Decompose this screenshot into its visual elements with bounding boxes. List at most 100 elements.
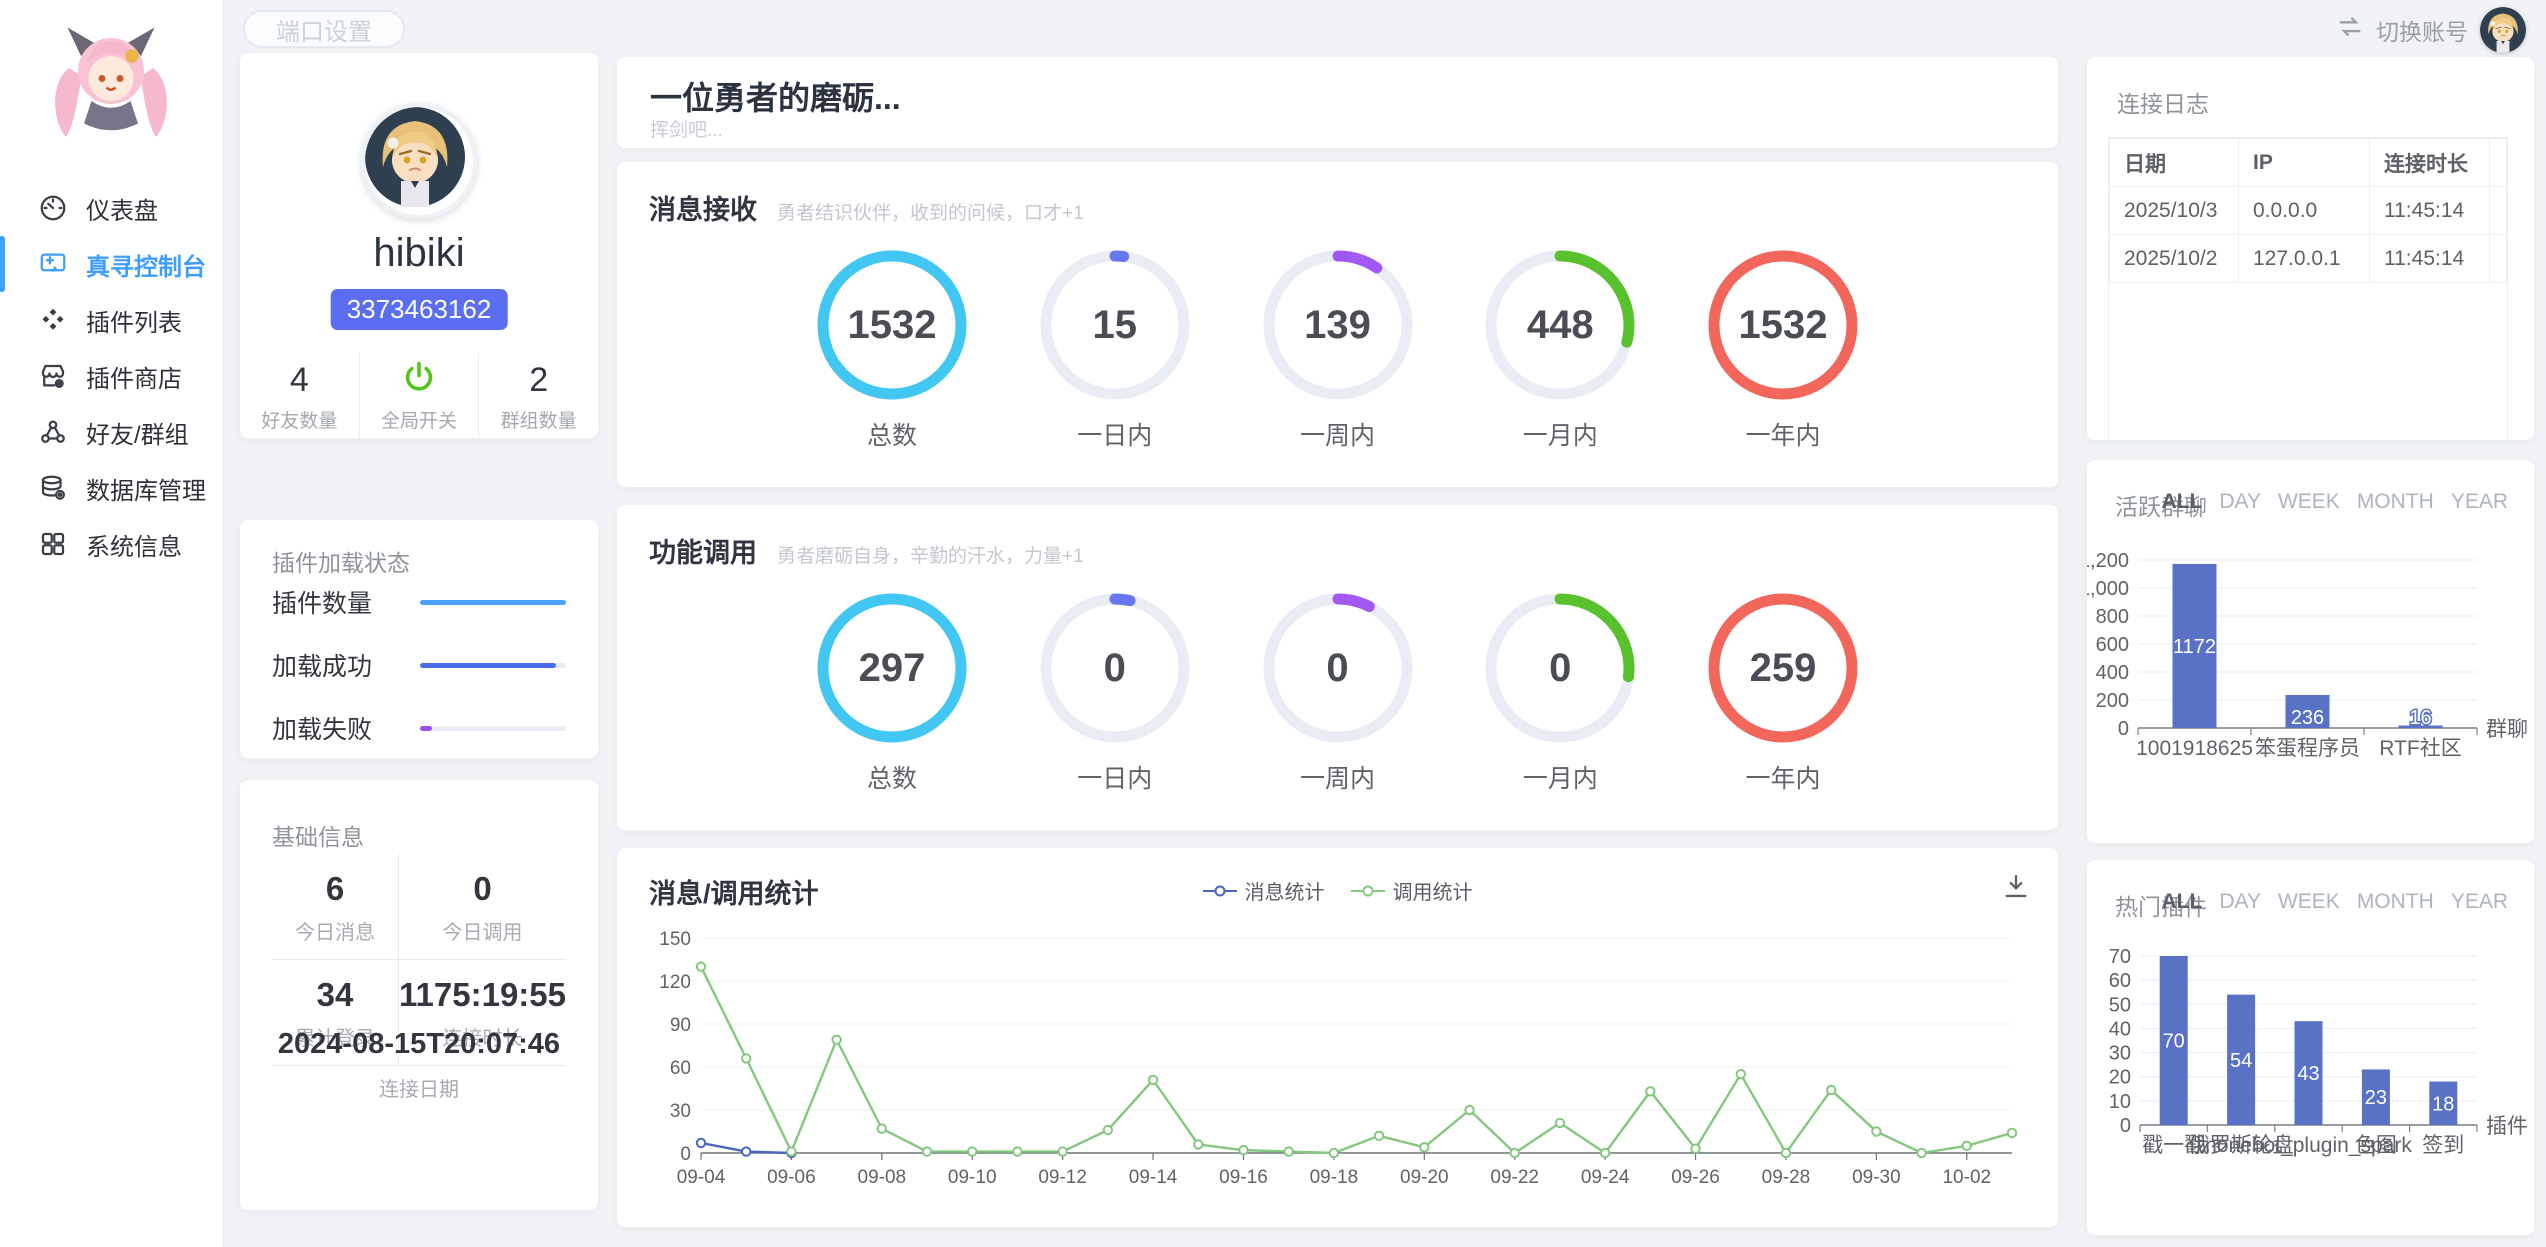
info-label: 今日调用 — [399, 916, 566, 945]
app-logo — [31, 14, 191, 164]
power-icon[interactable] — [360, 359, 479, 401]
ring-label: 一年内 — [1745, 759, 1820, 795]
stat-ring: 1532总数 — [817, 250, 967, 452]
svg-text:120: 120 — [659, 972, 691, 993]
line-chart-card: 消息/调用统计 消息统计调用统计 030609012015009-0409-06… — [617, 848, 2058, 1227]
connection-log-card: 连接日志 日期IP连接时长 2025/10/30.0.0.011:45:1420… — [2087, 57, 2534, 440]
plugins-icon — [38, 305, 68, 335]
profile-uid-badge: 3373463162 — [331, 289, 508, 330]
progress-label: 加载失败 — [272, 710, 372, 746]
gauge-icon — [38, 193, 68, 223]
sidebar-item-gauge[interactable]: 仪表盘 — [0, 180, 222, 236]
ring-value: 1532 — [817, 250, 967, 400]
database-icon — [38, 473, 68, 503]
log-cell: 2025/10/2 — [2110, 235, 2239, 283]
plugin-status-row: 加载成功 — [272, 647, 566, 683]
svg-text:23: 23 — [2365, 1087, 2387, 1109]
ring-label: 一周内 — [1300, 416, 1375, 452]
svg-text:18: 18 — [2432, 1093, 2454, 1115]
tab-day[interactable]: DAY — [2219, 890, 2261, 914]
stat-label: 好友数量 — [240, 406, 359, 433]
svg-text:16: 16 — [2409, 707, 2431, 729]
groups-bar-chart: 02004006008001,0001,20011721001918625236… — [2087, 520, 2534, 840]
progress-label: 加载成功 — [272, 647, 372, 683]
svg-text:09-22: 09-22 — [1490, 1167, 1539, 1188]
svg-text:60: 60 — [2109, 970, 2131, 992]
ring-gauge: 1532 — [1708, 250, 1858, 400]
svg-text:0: 0 — [2118, 718, 2129, 740]
svg-text:1,000: 1,000 — [2087, 578, 2129, 600]
profile-stats: 4好友数量全局开关2群组数量 — [240, 353, 598, 439]
info-label: 今日消息 — [272, 916, 398, 945]
progress-bar — [420, 600, 566, 605]
card-subtitle: 勇者结识伙伴，收到的问候，口才+1 — [777, 198, 1084, 225]
info-value: 6 — [272, 870, 398, 908]
progress-bar — [420, 663, 566, 668]
ring-gauge: 15 — [1040, 250, 1190, 400]
svg-text:09-12: 09-12 — [1038, 1167, 1087, 1188]
svg-text:群聊: 群聊 — [2486, 718, 2528, 741]
sidebar-item-console[interactable]: 真寻控制台 — [0, 236, 222, 292]
sidebar-item-database[interactable]: 数据库管理 — [0, 460, 222, 516]
sidebar-item-friends[interactable]: 好友/群组 — [0, 404, 222, 460]
account-avatar[interactable] — [2480, 7, 2526, 53]
svg-text:1,200: 1,200 — [2087, 550, 2129, 572]
ring-gauge: 1532 — [817, 250, 967, 400]
tab-year[interactable]: YEAR — [2451, 890, 2508, 914]
svg-text:09-10: 09-10 — [948, 1167, 997, 1188]
tab-month[interactable]: MONTH — [2357, 890, 2434, 914]
sidebar-item-system[interactable]: 系统信息 — [0, 516, 222, 572]
friends-icon — [38, 417, 68, 447]
profile-card: hibiki 3373463162 4好友数量全局开关2群组数量 — [240, 53, 598, 438]
tab-week[interactable]: WEEK — [2278, 890, 2340, 914]
tab-week[interactable]: WEEK — [2278, 490, 2340, 514]
ring-label: 一日内 — [1077, 416, 1152, 452]
svg-text:色图: 色图 — [2355, 1134, 2397, 1157]
progress-fill — [420, 726, 432, 731]
info-value: 34 — [272, 976, 398, 1014]
stat-ring: 297总数 — [817, 593, 967, 795]
svg-text:60: 60 — [670, 1058, 691, 1079]
profile-stat: 全局开关 — [359, 353, 479, 439]
sidebar-item-label: 数据库管理 — [86, 471, 206, 506]
sidebar-item-store[interactable]: 插件商店 — [0, 348, 222, 404]
tab-year[interactable]: YEAR — [2451, 490, 2508, 514]
tab-day[interactable]: DAY — [2219, 490, 2261, 514]
tab-month[interactable]: MONTH — [2357, 490, 2434, 514]
svg-text:插件: 插件 — [2486, 1115, 2528, 1138]
svg-text:40: 40 — [2109, 1018, 2131, 1040]
profile-avatar — [361, 103, 477, 219]
stat-value: 4 — [240, 359, 359, 401]
tab-all[interactable]: ALL — [2162, 490, 2203, 514]
svg-text:1172: 1172 — [2173, 636, 2216, 658]
plugins-bar-chart: 01020304050607070戳一戳54俄罗斯轮盘43nonebot_plu… — [2087, 920, 2534, 1232]
svg-text:200: 200 — [2096, 690, 2129, 712]
svg-text:09-26: 09-26 — [1671, 1167, 1720, 1188]
stat-ring: 448 一月内 — [1485, 250, 1635, 452]
sidebar-item-label: 真寻控制台 — [86, 247, 206, 282]
ring-label: 一月内 — [1523, 759, 1598, 795]
svg-text:09-08: 09-08 — [858, 1167, 907, 1188]
tab-all[interactable]: ALL — [2162, 890, 2203, 914]
svg-text:09-20: 09-20 — [1400, 1167, 1449, 1188]
card-subtitle: 勇者磨砺自身，辛勤的汗水，力量+1 — [777, 541, 1084, 568]
rings-row: 1532总数15一日内139一周内448一月内1532一年内 — [617, 250, 2058, 452]
ring-value: 1532 — [1708, 250, 1858, 400]
stat-ring: 0一月内 — [1485, 593, 1635, 795]
ring-label: 一月内 — [1523, 416, 1598, 452]
call-stats-card: 功能调用 勇者磨砺自身，辛勤的汗水，力量+1 297总数0一日内0一周内0一月内… — [617, 505, 2058, 830]
card-title: 插件加载状态 — [272, 544, 410, 578]
hot-plugins-card: 热门插件 ALLDAYWEEKMONTHYEAR 010203040506070… — [2087, 860, 2534, 1235]
sidebar-item-plugins[interactable]: 插件列表 — [0, 292, 222, 348]
port-settings-button[interactable]: 端口设置 — [243, 10, 405, 48]
ring-value: 15 — [1040, 250, 1190, 400]
svg-text:236: 236 — [2291, 707, 2324, 729]
sidebar-item-label: 插件商店 — [86, 359, 182, 394]
ring-gauge: 139 — [1263, 250, 1413, 400]
store-icon — [38, 361, 68, 391]
plugin-status-row: 加载失败 — [272, 710, 566, 746]
card-title: 连接日志 — [2117, 85, 2209, 119]
ring-value: 448 — [1485, 250, 1635, 400]
switch-account-button[interactable]: 切换账号 — [2336, 7, 2526, 53]
stat-ring: 0一周内 — [1263, 593, 1413, 795]
